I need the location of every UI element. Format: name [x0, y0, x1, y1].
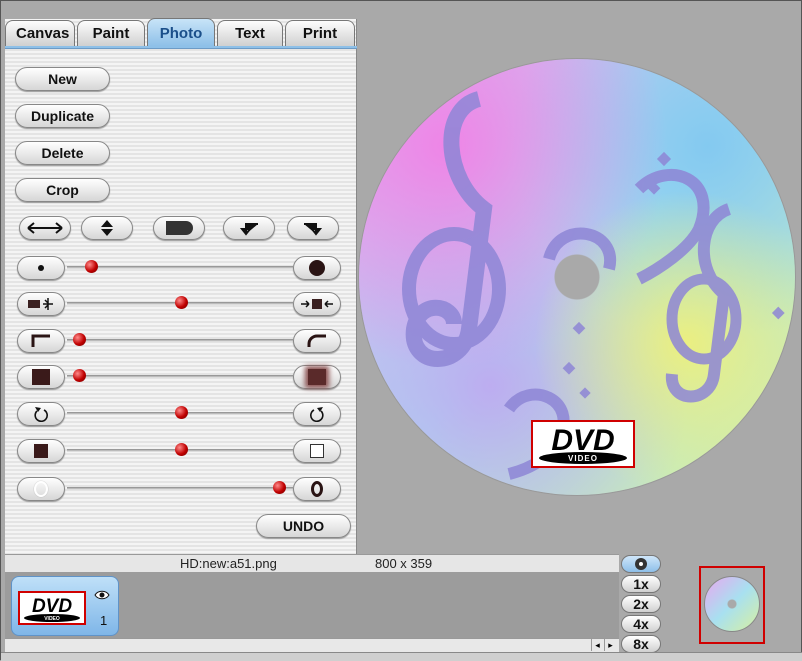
zoom-2x-button[interactable]: 2x: [621, 595, 661, 613]
rotate-ccw-icon: [310, 407, 324, 422]
blur-knob[interactable]: [73, 369, 86, 382]
flip-vertical-icon: [101, 220, 113, 236]
tab-underline: [5, 46, 357, 49]
thick-circle-icon: [311, 481, 323, 497]
tab-photo[interactable]: Photo: [147, 18, 215, 46]
mask-shape-icon: [166, 221, 193, 235]
rotate-left-button[interactable]: [223, 216, 275, 240]
rotate-cw-button[interactable]: [17, 402, 65, 426]
rotate-right-button[interactable]: [287, 216, 339, 240]
blurred-square-icon: [308, 369, 326, 385]
duplicate-button[interactable]: Duplicate: [15, 104, 110, 128]
thin-circle-button[interactable]: [17, 477, 65, 501]
delete-button[interactable]: Delete: [15, 141, 110, 165]
filled-square-button[interactable]: [17, 439, 65, 463]
rotate-cw-icon: [34, 407, 48, 422]
expand-icon: [28, 298, 53, 310]
round-corner-icon: [307, 334, 326, 347]
layer-tray: DVD VIDEO 1: [5, 572, 619, 638]
mask-shape-button[interactable]: [153, 216, 205, 240]
blur-track[interactable]: [67, 375, 293, 378]
layer-item[interactable]: DVD VIDEO 1: [11, 576, 119, 636]
rotation-knob[interactable]: [175, 406, 188, 419]
dvd-video-logo-thumb: DVD VIDEO: [24, 596, 80, 622]
expand-button[interactable]: [17, 292, 65, 316]
layer-logo-text: DVD: [32, 596, 72, 617]
brush-size-min-button[interactable]: [17, 256, 65, 280]
brush-size-max-button[interactable]: [293, 256, 341, 280]
tab-bar: Canvas Paint Photo Text Print: [5, 18, 357, 46]
thin-circle-icon: [34, 481, 48, 497]
undo-button[interactable]: UNDO: [256, 514, 351, 538]
status-bar: HD:new:a51.png 800 x 359: [5, 554, 619, 572]
flip-horizontal-icon: [27, 222, 63, 234]
layer-logo-subtext: VIDEO: [44, 616, 60, 622]
round-corner-button[interactable]: [293, 329, 341, 353]
large-dot-icon: [309, 260, 325, 276]
layer-thumbnail: DVD VIDEO: [18, 591, 86, 625]
rotate-right-icon: [304, 223, 323, 236]
crop-button[interactable]: Crop: [15, 178, 110, 202]
rotate-ccw-button[interactable]: [293, 402, 341, 426]
tab-canvas[interactable]: Canvas: [5, 20, 75, 46]
sharp-square-icon: [32, 369, 50, 385]
sharp-square-button[interactable]: [17, 365, 65, 389]
file-path: HD:new:a51.png: [180, 556, 277, 571]
filled-square-icon: [34, 444, 48, 458]
image-dimensions: 800 x 359: [375, 556, 433, 571]
tool-panel: [5, 19, 357, 554]
flip-horizontal-button[interactable]: [19, 216, 71, 240]
thick-circle-button[interactable]: [293, 477, 341, 501]
empty-square-button[interactable]: [293, 439, 341, 463]
outline-knob[interactable]: [273, 481, 286, 494]
app-window: Canvas Paint Photo Text Print New Duplic…: [0, 0, 802, 661]
tab-text[interactable]: Text: [217, 20, 283, 46]
zoom-1x-button[interactable]: 1x: [621, 575, 661, 593]
dvd-video-logo: DVD VIDEO: [539, 424, 627, 464]
small-dot-icon: [38, 265, 44, 271]
tab-print[interactable]: Print: [285, 20, 355, 46]
corner-radius-knob[interactable]: [73, 333, 86, 346]
horizontal-scrollbar[interactable]: ◂ ▸: [5, 638, 619, 652]
opacity-knob[interactable]: [175, 443, 188, 456]
disc-icon: [635, 558, 647, 570]
brush-size-track[interactable]: [67, 266, 293, 269]
corner-radius-track[interactable]: [67, 339, 293, 342]
eye-icon[interactable]: [94, 589, 110, 601]
dvd-logo-layer[interactable]: DVD VIDEO: [531, 420, 635, 468]
preview-disc-thumbnail: [704, 576, 760, 632]
scroll-left-icon[interactable]: ◂: [591, 639, 603, 651]
outline-track[interactable]: [67, 487, 293, 490]
square-corner-icon: [31, 334, 50, 347]
compress-icon: [301, 299, 333, 309]
contrast-knob[interactable]: [175, 296, 188, 309]
blurred-square-button[interactable]: [293, 365, 341, 389]
zoom-4x-button[interactable]: 4x: [621, 615, 661, 633]
tab-paint[interactable]: Paint: [77, 20, 145, 46]
zoom-8x-button[interactable]: 8x: [621, 635, 661, 653]
rotate-left-icon: [239, 223, 258, 236]
disc-preview[interactable]: [699, 566, 765, 644]
empty-square-icon: [310, 444, 324, 458]
scroll-right-icon[interactable]: ▸: [604, 639, 616, 651]
fit-zoom-button[interactable]: [621, 555, 661, 573]
new-button[interactable]: New: [15, 67, 110, 91]
dvd-logo-subtext: VIDEO: [568, 454, 598, 463]
layer-number: 1: [100, 613, 108, 628]
brush-size-knob[interactable]: [85, 260, 98, 273]
flip-vertical-button[interactable]: [81, 216, 133, 240]
compress-button[interactable]: [293, 292, 341, 316]
square-corner-button[interactable]: [17, 329, 65, 353]
